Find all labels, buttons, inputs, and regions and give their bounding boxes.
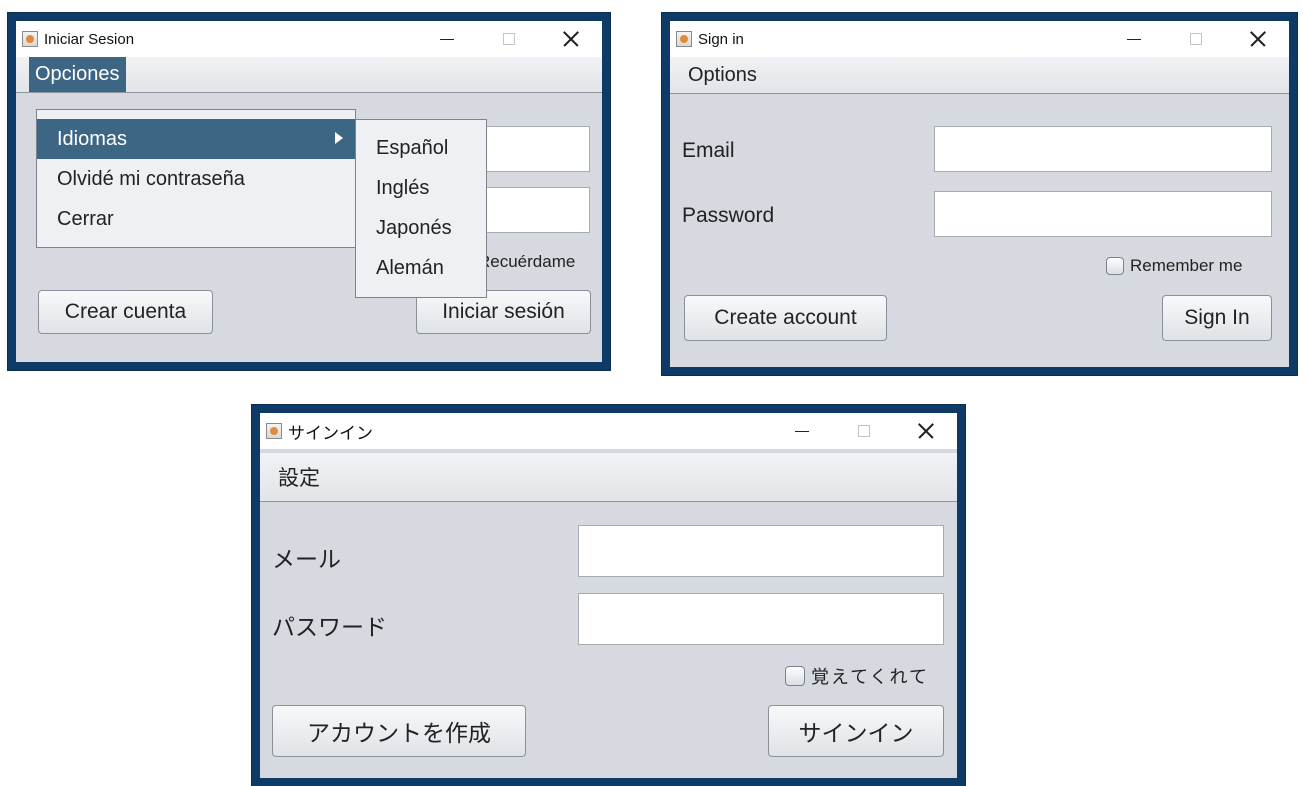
remember-checkbox[interactable] bbox=[1106, 257, 1124, 275]
window-spanish: Iniciar Sesion Opciones Recuérdame Crear… bbox=[8, 13, 610, 370]
window-title: Iniciar Sesion bbox=[44, 30, 135, 48]
submenu-arrow-icon bbox=[335, 132, 343, 144]
signin-button[interactable]: Sign In bbox=[1162, 295, 1272, 341]
create-account-button[interactable]: アカウントを作成 bbox=[272, 705, 526, 757]
menu-bar: Options bbox=[670, 57, 1289, 94]
create-account-button[interactable]: Crear cuenta bbox=[38, 290, 213, 334]
remember-label: Recuérdame bbox=[478, 252, 576, 271]
minimize-icon[interactable] bbox=[1103, 21, 1165, 57]
title-bar[interactable]: Iniciar Sesion bbox=[16, 21, 602, 57]
language-spanish[interactable]: Español bbox=[356, 128, 486, 168]
close-icon[interactable] bbox=[540, 21, 602, 57]
menu-bar: 設定 bbox=[260, 453, 957, 502]
window-title: Sign in bbox=[698, 30, 744, 48]
password-field[interactable] bbox=[578, 593, 944, 645]
email-label: メール bbox=[272, 546, 341, 572]
minimize-icon[interactable] bbox=[771, 413, 833, 449]
maximize-icon[interactable] bbox=[478, 21, 540, 57]
minimize-icon[interactable] bbox=[416, 21, 478, 57]
java-app-icon bbox=[266, 423, 282, 439]
idiomas-submenu: Español Inglés Japonés Alemán bbox=[355, 119, 487, 298]
java-app-icon bbox=[676, 31, 692, 47]
language-english[interactable]: Inglés bbox=[356, 168, 486, 208]
maximize-icon[interactable] bbox=[1165, 21, 1227, 57]
email-field[interactable] bbox=[578, 525, 944, 577]
remember-row: 覚えてくれて bbox=[785, 663, 929, 689]
language-german[interactable]: Alemán bbox=[356, 248, 486, 288]
signin-button[interactable]: サインイン bbox=[768, 705, 944, 757]
menu-item-idiomas[interactable]: Idiomas bbox=[37, 119, 355, 159]
remember-checkbox[interactable] bbox=[785, 666, 805, 686]
opciones-dropdown: Idiomas Olvidé mi contraseña Cerrar bbox=[36, 109, 356, 248]
menu-options[interactable]: Options bbox=[678, 57, 767, 93]
email-label: Email bbox=[682, 139, 735, 162]
menu-item-cerrar[interactable]: Cerrar bbox=[37, 199, 355, 239]
close-icon[interactable] bbox=[1227, 21, 1289, 57]
password-label: Password bbox=[682, 204, 775, 227]
create-account-button[interactable]: Create account bbox=[684, 295, 887, 341]
email-field[interactable] bbox=[474, 126, 590, 172]
window-english: Sign in Options Email Password Remember … bbox=[662, 13, 1297, 375]
remember-label: Remember me bbox=[1130, 256, 1243, 275]
password-label: パスワード bbox=[272, 614, 387, 640]
menu-item-label: Idiomas bbox=[57, 127, 128, 150]
password-field[interactable] bbox=[474, 187, 590, 233]
menu-item-forgot-password[interactable]: Olvidé mi contraseña bbox=[37, 159, 355, 199]
language-japanese[interactable]: Japonés bbox=[356, 208, 486, 248]
window-title: サインイン bbox=[288, 423, 373, 443]
password-field[interactable] bbox=[934, 191, 1272, 237]
menu-opciones[interactable]: Opciones bbox=[29, 57, 126, 92]
maximize-icon[interactable] bbox=[833, 413, 895, 449]
remember-label: 覚えてくれて bbox=[811, 667, 930, 687]
menu-settings[interactable]: 設定 bbox=[268, 453, 330, 501]
menu-bar: Opciones bbox=[16, 57, 602, 93]
email-field[interactable] bbox=[934, 126, 1272, 172]
java-app-icon bbox=[22, 31, 38, 47]
window-japanese: サインイン 設定 メール パスワード 覚えてくれて アカウントを作成 サインイン bbox=[252, 405, 965, 786]
close-icon[interactable] bbox=[895, 413, 957, 449]
title-bar[interactable]: Sign in bbox=[670, 21, 1289, 57]
remember-row: Remember me bbox=[1106, 256, 1242, 276]
title-bar[interactable]: サインイン bbox=[260, 413, 957, 449]
